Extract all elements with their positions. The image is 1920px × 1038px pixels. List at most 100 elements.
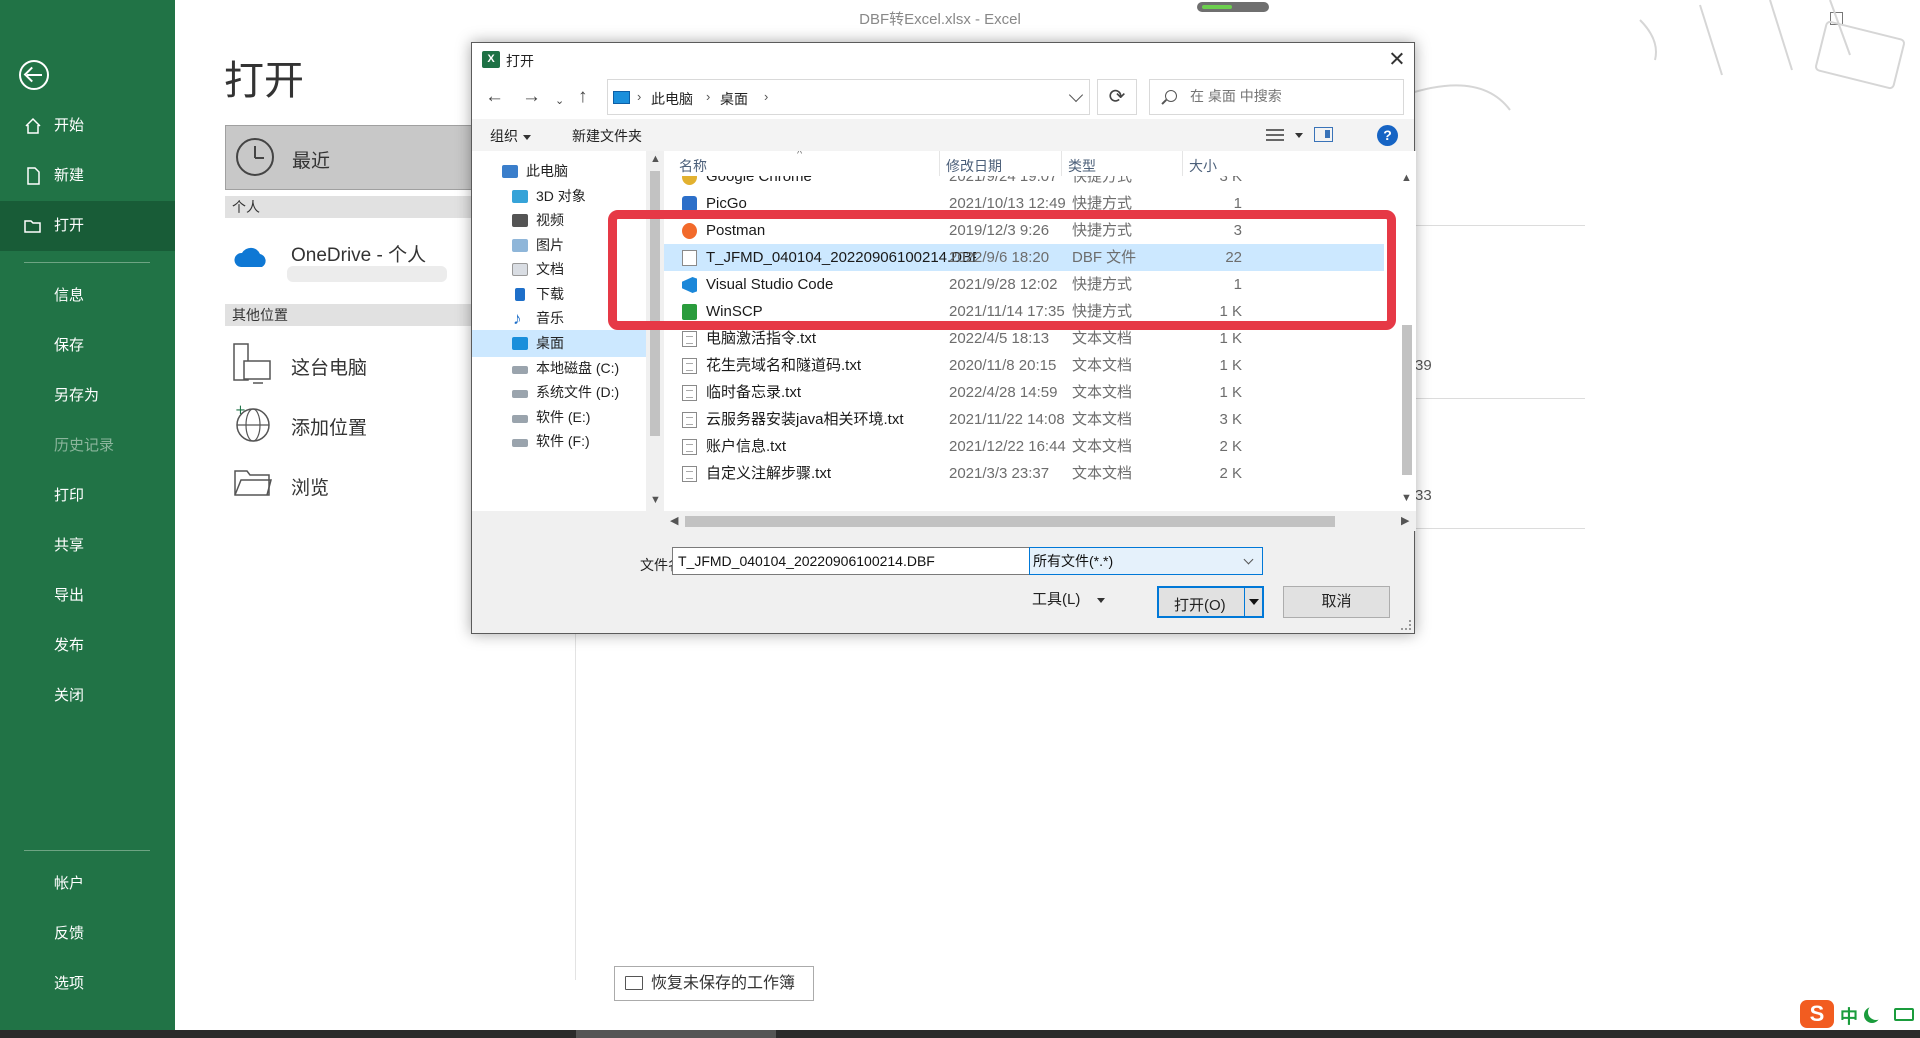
nav-save-as[interactable]: 另存为 — [0, 371, 175, 421]
search-input[interactable] — [1190, 88, 1390, 104]
nav-close[interactable]: 关闭 — [0, 671, 175, 721]
tree-item-drive-d[interactable]: 系统文件 (D:) — [472, 379, 632, 406]
breadcrumb-this-pc[interactable]: 此电脑 — [651, 89, 693, 109]
postman-file-icon — [682, 223, 697, 239]
location-browse[interactable]: 浏览 — [225, 455, 475, 515]
scrollbar-thumb[interactable] — [650, 171, 660, 436]
location-recent[interactable]: 最近 — [225, 125, 475, 190]
tools-button[interactable]: 工具(L) — [1032, 588, 1105, 609]
file-row[interactable]: Visual Studio Code 2021/9/28 12:02 快捷方式 1 — [664, 271, 1384, 298]
recent-locations-chevron-down-icon[interactable]: ⌄ — [555, 91, 564, 111]
column-name[interactable]: 名称 — [679, 156, 707, 181]
nav-new[interactable]: 新建 — [0, 151, 175, 201]
scroll-right-icon[interactable]: ▶ — [1401, 514, 1409, 527]
file-row[interactable]: PicGo 2021/10/13 12:49 快捷方式 1 — [664, 190, 1384, 217]
nav-account[interactable]: 帐户 — [0, 859, 175, 909]
new-folder-button[interactable]: 新建文件夹 — [572, 126, 642, 146]
recover-unsaved-workbooks-button[interactable]: 恢复未保存的工作簿 — [614, 966, 814, 1001]
column-type[interactable]: 类型 — [1068, 156, 1096, 181]
cancel-button[interactable]: 取消 — [1283, 586, 1390, 618]
tree-item-documents[interactable]: 文档 — [472, 256, 632, 283]
scroll-up-icon[interactable]: ▲ — [650, 153, 661, 165]
nav-home[interactable]: 开始 — [0, 101, 175, 151]
file-row[interactable]: WinSCP 2021/11/14 17:35 快捷方式 1 K — [664, 298, 1384, 325]
tree-item-drive-e[interactable]: 软件 (E:) — [472, 404, 632, 431]
nav-options[interactable]: 选项 — [0, 959, 175, 1009]
doc-file-icon — [682, 331, 697, 347]
back-arrow-icon[interactable]: ← — [485, 87, 504, 107]
file-row[interactable]: 花生壳域名和隧道码.txt 2020/11/8 20:15 文本文档 1 K — [664, 352, 1384, 379]
preview-pane-icon[interactable] — [1314, 127, 1333, 142]
location-onedrive[interactable]: OneDrive - 个人 — [225, 228, 475, 288]
location-this-pc[interactable]: 这台电脑 — [225, 335, 475, 395]
open-button[interactable]: 打开(O) — [1157, 586, 1264, 618]
close-icon[interactable] — [1388, 49, 1406, 69]
column-size[interactable]: 大小 — [1189, 156, 1217, 181]
nav-save[interactable]: 保存 — [0, 321, 175, 371]
nav-label: 信息 — [54, 287, 85, 304]
tree-item-downloads[interactable]: 下载 — [472, 281, 632, 308]
tree-item-3d-objects[interactable]: 3D 对象 — [472, 183, 632, 210]
scroll-down-icon[interactable]: ▼ — [650, 494, 661, 506]
vertical-scrollbar[interactable]: ▲ ▼ — [1400, 170, 1414, 513]
file-type-select[interactable]: 所有文件(*.*) — [1029, 547, 1263, 575]
column-divider[interactable] — [939, 151, 940, 176]
nav-info[interactable]: 信息 — [0, 271, 175, 321]
view-options-icon[interactable] — [1266, 129, 1284, 142]
column-divider[interactable] — [1061, 151, 1062, 176]
nav-feedback[interactable]: 反馈 — [0, 909, 175, 959]
tree-label: 软件 (F:) — [536, 433, 590, 449]
nav-export[interactable]: 导出 — [0, 571, 175, 621]
file-row[interactable]: 临时备忘录.txt 2022/4/28 14:59 文本文档 1 K — [664, 379, 1384, 406]
organize-button[interactable]: 组织 — [490, 126, 531, 146]
caret-down-icon[interactable] — [1295, 133, 1303, 138]
tree-item-drive-c[interactable]: 本地磁盘 (C:) — [472, 355, 632, 382]
file-row[interactable]: 账户信息.txt 2021/12/22 16:44 文本文档 2 K — [664, 433, 1384, 460]
file-row[interactable]: T_JFMD_040104_20220906100214.DBF 2022/9/6… — [664, 244, 1384, 271]
resize-grip-icon[interactable] — [1401, 620, 1411, 630]
back-arrow-icon[interactable] — [19, 60, 49, 90]
file-row[interactable]: 云服务器安装java相关环境.txt 2021/11/22 14:08 文本文档 3 … — [664, 406, 1384, 433]
refresh-button[interactable]: ⟳ — [1097, 79, 1137, 115]
caret-down-icon[interactable] — [1249, 599, 1259, 605]
column-date-modified[interactable]: 修改日期 — [946, 156, 1002, 181]
forward-arrow-icon[interactable]: → — [522, 87, 541, 107]
breadcrumb-desktop[interactable]: 桌面 — [720, 89, 748, 109]
chevron-down-icon[interactable] — [1068, 87, 1084, 103]
sogou-logo-icon[interactable]: S — [1800, 1000, 1834, 1028]
chevron-right-icon[interactable]: › — [637, 89, 641, 104]
scrollbar-thumb[interactable] — [685, 516, 1335, 527]
nav-publish[interactable]: 发布 — [0, 621, 175, 671]
file-row[interactable]: 电脑激活指令.txt 2022/4/5 18:13 文本文档 1 K — [664, 325, 1384, 352]
file-row[interactable]: Postman 2019/12/3 9:26 快捷方式 3 — [664, 217, 1384, 244]
tree-item-music[interactable]: ♪ 音乐 — [472, 305, 632, 332]
up-arrow-icon[interactable]: ↑ — [578, 87, 588, 107]
tree-item-drive-f[interactable]: 软件 (F:) — [472, 428, 632, 455]
scroll-up-icon[interactable]: ▲ — [1401, 172, 1412, 184]
ime-mode-indicator[interactable]: 中 — [1840, 1003, 1858, 1029]
search-box[interactable] — [1149, 79, 1404, 115]
navigation-scrollbar[interactable]: ▲ ▼ — [646, 151, 664, 511]
scroll-down-icon[interactable]: ▼ — [1401, 492, 1412, 504]
tree-item-videos[interactable]: 视频 — [472, 207, 632, 234]
chevron-right-icon[interactable]: › — [764, 89, 768, 104]
keyboard-icon[interactable] — [1894, 1008, 1914, 1021]
taskbar-item[interactable] — [576, 1030, 776, 1038]
tree-item-desktop[interactable]: 桌面 — [472, 330, 646, 357]
column-divider[interactable] — [1182, 151, 1183, 176]
tree-item-pictures[interactable]: 图片 — [472, 232, 632, 259]
scrollbar-thumb[interactable] — [1402, 325, 1412, 475]
help-icon[interactable]: ? — [1377, 125, 1398, 146]
nav-share[interactable]: 共享 — [0, 521, 175, 571]
nav-open[interactable]: 打开 — [0, 201, 175, 251]
moon-icon[interactable] — [1868, 1004, 1884, 1020]
file-size: 22 — [1225, 249, 1242, 266]
nav-print[interactable]: 打印 — [0, 471, 175, 521]
location-add-place[interactable]: + 添加位置 — [225, 395, 475, 455]
scroll-left-icon[interactable]: ◀ — [670, 514, 678, 527]
tree-item-this-pc[interactable]: 此电脑 — [472, 158, 632, 185]
file-row[interactable]: 自定义注解步骤.txt 2021/3/3 23:37 文本文档 2 K — [664, 460, 1384, 487]
chevron-right-icon[interactable]: › — [706, 89, 710, 104]
horizontal-scrollbar[interactable]: ◀ ▶ — [664, 511, 1416, 531]
breadcrumb[interactable]: › 此电脑 › 桌面 › — [607, 79, 1090, 115]
